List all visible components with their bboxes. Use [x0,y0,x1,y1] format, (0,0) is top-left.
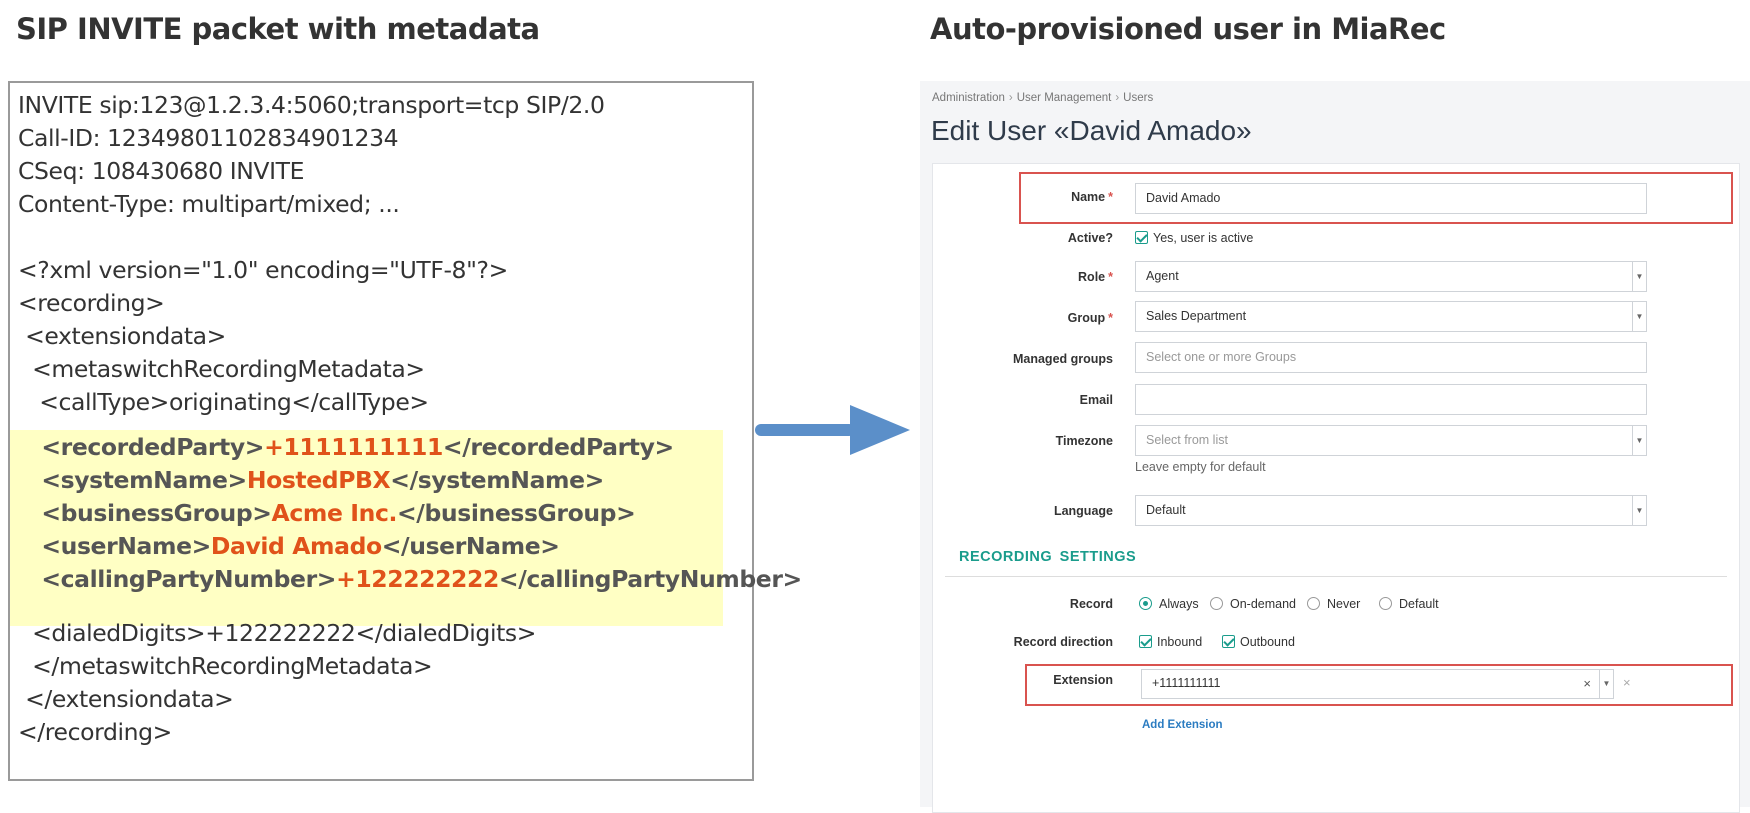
record-label: Record [1069,597,1113,611]
role-label: Role * [1078,270,1113,284]
miarec-edit-user-panel: Administration › User Management › Users Edi… [920,81,1750,813]
role-select[interactable]: Agent ▼ [1135,261,1647,292]
checkbox-checked-icon [1139,635,1152,648]
packet-heading: SIP INVITE packet with metadata [16,12,540,46]
direction-outbound-checkbox[interactable]: Outbound [1222,635,1295,649]
chevron-down-icon: ▼ [1632,302,1646,331]
packet-line: <?xml version="1.0" encoding="UTF-8"?> [18,256,508,284]
packet-line: CSeq: 108430680 INVITE [18,157,305,185]
system-name-line: <systemName>HostedPBX</systemName> [18,466,604,494]
packet-line: Call-ID: 12349801102834901234 [18,124,399,152]
chevron-down-icon: ▼ [1632,426,1646,455]
clear-icon[interactable]: × [1583,676,1591,691]
direction-inbound-checkbox[interactable]: Inbound [1139,635,1202,649]
record-option-on-demand[interactable]: On-demand [1210,597,1296,611]
edit-user-form: Name * David Amado Active? Yes, user is a… [932,163,1740,813]
miarec-heading: Auto-provisioned user in MiaRec [930,12,1446,46]
breadcrumb-administration[interactable]: Administration [932,92,1005,104]
chevron-down-icon: ▼ [1632,496,1646,525]
managed-groups-select[interactable]: Select one or more Groups [1135,342,1647,373]
packet-line: </recording> [18,718,172,746]
packet-line: <metaswitchRecordingMetadata> [18,355,425,383]
packet-line: <dialedDigits>+122222222</dialedDigits> [18,619,537,647]
name-input[interactable]: David Amado [1135,183,1647,214]
checkbox-checked-icon [1135,231,1148,244]
packet-line: </extensiondata> [18,685,234,713]
checkbox-checked-icon [1222,635,1235,648]
radio-icon [1210,597,1223,610]
language-select[interactable]: Default ▼ [1135,495,1647,526]
record-option-always[interactable]: Always [1139,597,1199,611]
chevron-down-icon: ▼ [1599,670,1613,698]
extension-label: Extension [1053,673,1113,687]
chevron-right-icon: › [1115,92,1120,104]
record-option-never[interactable]: Never [1307,597,1360,611]
breadcrumb-user-management[interactable]: User Management [1017,92,1112,104]
timezone-help: Leave empty for default [1135,460,1266,474]
name-label: Name * [1071,190,1113,204]
section-divider [945,576,1727,577]
packet-line: Content-Type: multipart/mixed; ... [18,190,400,218]
packet-line: INVITE sip:123@1.2.3.4:5060;transport=tc… [18,91,605,119]
packet-line: <callType>originating</callType> [18,388,429,416]
email-label: Email [1079,393,1113,407]
active-checkbox[interactable]: Yes, user is active [1135,231,1253,245]
sip-packet-panel: INVITE sip:123@1.2.3.4:5060;transport=tc… [8,81,802,781]
add-extension-link[interactable]: Add Extension [1142,719,1223,731]
remove-extension-icon[interactable]: × [1623,675,1631,690]
user-name-line: <userName>David Amado</userName> [18,532,560,560]
active-label: Active? [1067,231,1113,245]
breadcrumb: Administration › User Management › Users [932,92,1153,104]
chevron-down-icon: ▼ [1632,262,1646,291]
chevron-right-icon: › [1008,92,1013,104]
email-input[interactable] [1135,384,1647,415]
timezone-label: Timezone [1055,434,1113,448]
packet-line: </metaswitchRecordingMetadata> [18,652,433,680]
breadcrumb-users[interactable]: Users [1123,92,1153,104]
arrow-right-icon [755,405,910,455]
managed-groups-label: Managed groups [1012,352,1113,366]
record-direction-label: Record direction [1013,635,1113,649]
group-label: Group * [1067,311,1113,325]
timezone-select[interactable]: Select from list ▼ [1135,425,1647,456]
packet-line: <extensiondata> [18,322,226,350]
radio-icon [1307,597,1320,610]
radio-selected-icon [1139,597,1152,610]
packet-line: <recording> [18,289,165,317]
record-option-default[interactable]: Default [1379,597,1439,611]
radio-icon [1379,597,1392,610]
language-label: Language [1053,504,1113,518]
recording-settings-heading: RECORDING SETTINGS [959,549,1137,565]
business-group-line: <businessGroup>Acme Inc.</businessGroup> [18,499,636,527]
recorded-party-line: <recordedParty>+1111111111</recordedPart… [18,433,674,461]
page-title: Edit User «David Amado» [931,115,1252,146]
group-select[interactable]: Sales Department ▼ [1135,301,1647,332]
calling-party-line: <callingPartyNumber>+122222222</callingP… [18,565,802,593]
extension-select[interactable]: +1111111111 × ▼ [1141,669,1614,699]
